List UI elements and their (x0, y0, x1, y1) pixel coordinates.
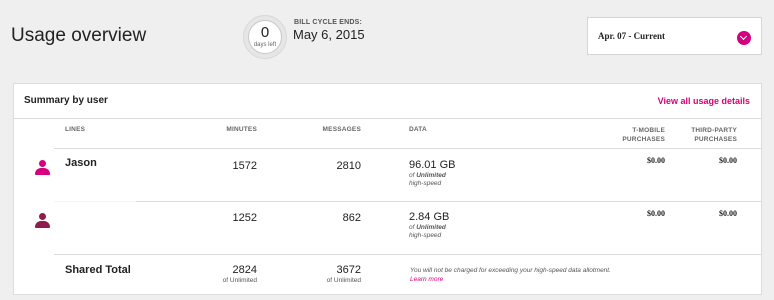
data-limit: of Unlimited high-speed (409, 224, 446, 239)
column-header-minutes: MINUTES (226, 126, 257, 133)
column-header-third-party-line1: THIRD-PARTY (691, 127, 737, 134)
user-avatar-icon (35, 160, 50, 175)
billing-period-select[interactable]: Apr. 07 - Current (587, 17, 762, 55)
line-name[interactable]: Jason (65, 157, 97, 169)
column-header-tmobile-line1: T-MOBILE (632, 127, 665, 134)
third-party-purchases-value: $0.00 (719, 156, 737, 165)
messages-value: 862 (342, 212, 361, 224)
divider (54, 201, 136, 202)
chevron-down-icon[interactable] (737, 31, 751, 45)
column-header-third-party-line2: PURCHASES (694, 136, 737, 143)
messages-value: 2810 (336, 160, 361, 172)
view-all-usage-link[interactable]: View all usage details (658, 96, 750, 106)
column-header-lines: LINES (65, 126, 86, 133)
days-left-ring: 0 days left (243, 15, 287, 59)
data-limit: of Unlimited high-speed (409, 172, 446, 187)
minutes-value: 1572 (232, 160, 257, 172)
column-header-tmobile-line2: PURCHASES (622, 136, 665, 143)
days-left-label: days left (253, 42, 277, 48)
divider (54, 254, 761, 255)
third-party-purchases-value: $0.00 (719, 209, 737, 218)
days-left-value: 0 (260, 24, 270, 41)
billing-period-value: Apr. 07 - Current (598, 31, 665, 41)
column-header-tmobile-purchases: T-MOBILE PURCHASES (604, 126, 665, 144)
shared-total-label: Shared Total (65, 264, 131, 276)
days-left-counter: 0 days left (248, 20, 282, 54)
summary-card: Summary by user View all usage details L… (13, 83, 762, 295)
bill-cycle-label: BILL CYCLE ENDS: (294, 19, 363, 26)
total-minutes-value: 2824 (232, 264, 257, 276)
column-header-third-party-purchases: THIRD-PARTY PURCHASES (674, 126, 737, 144)
overage-note-text: You will not be charged for exceeding yo… (410, 267, 611, 274)
summary-title: Summary by user (24, 95, 108, 106)
column-header-messages: MESSAGES (322, 126, 361, 133)
learn-more-link[interactable]: Learn more (410, 276, 443, 283)
tmobile-purchases-value: $0.00 (647, 156, 665, 165)
data-value: 96.01 GB (409, 159, 456, 171)
divider (14, 118, 761, 119)
divider (54, 148, 761, 149)
data-value: 2.84 GB (409, 211, 450, 223)
user-avatar-icon (35, 213, 50, 228)
minutes-value: 1252 (232, 212, 257, 224)
total-messages-limit: of Unlimited (326, 277, 361, 284)
bill-cycle-date: May 6, 2015 (293, 27, 365, 42)
tmobile-purchases-value: $0.00 (647, 209, 665, 218)
total-messages-value: 3672 (336, 264, 361, 276)
overage-note: You will not be charged for exceeding yo… (410, 266, 620, 284)
column-header-data: DATA (409, 126, 427, 133)
total-minutes-limit: of Unlimited (222, 277, 257, 284)
page-title: Usage overview (11, 25, 147, 46)
divider (136, 201, 761, 202)
